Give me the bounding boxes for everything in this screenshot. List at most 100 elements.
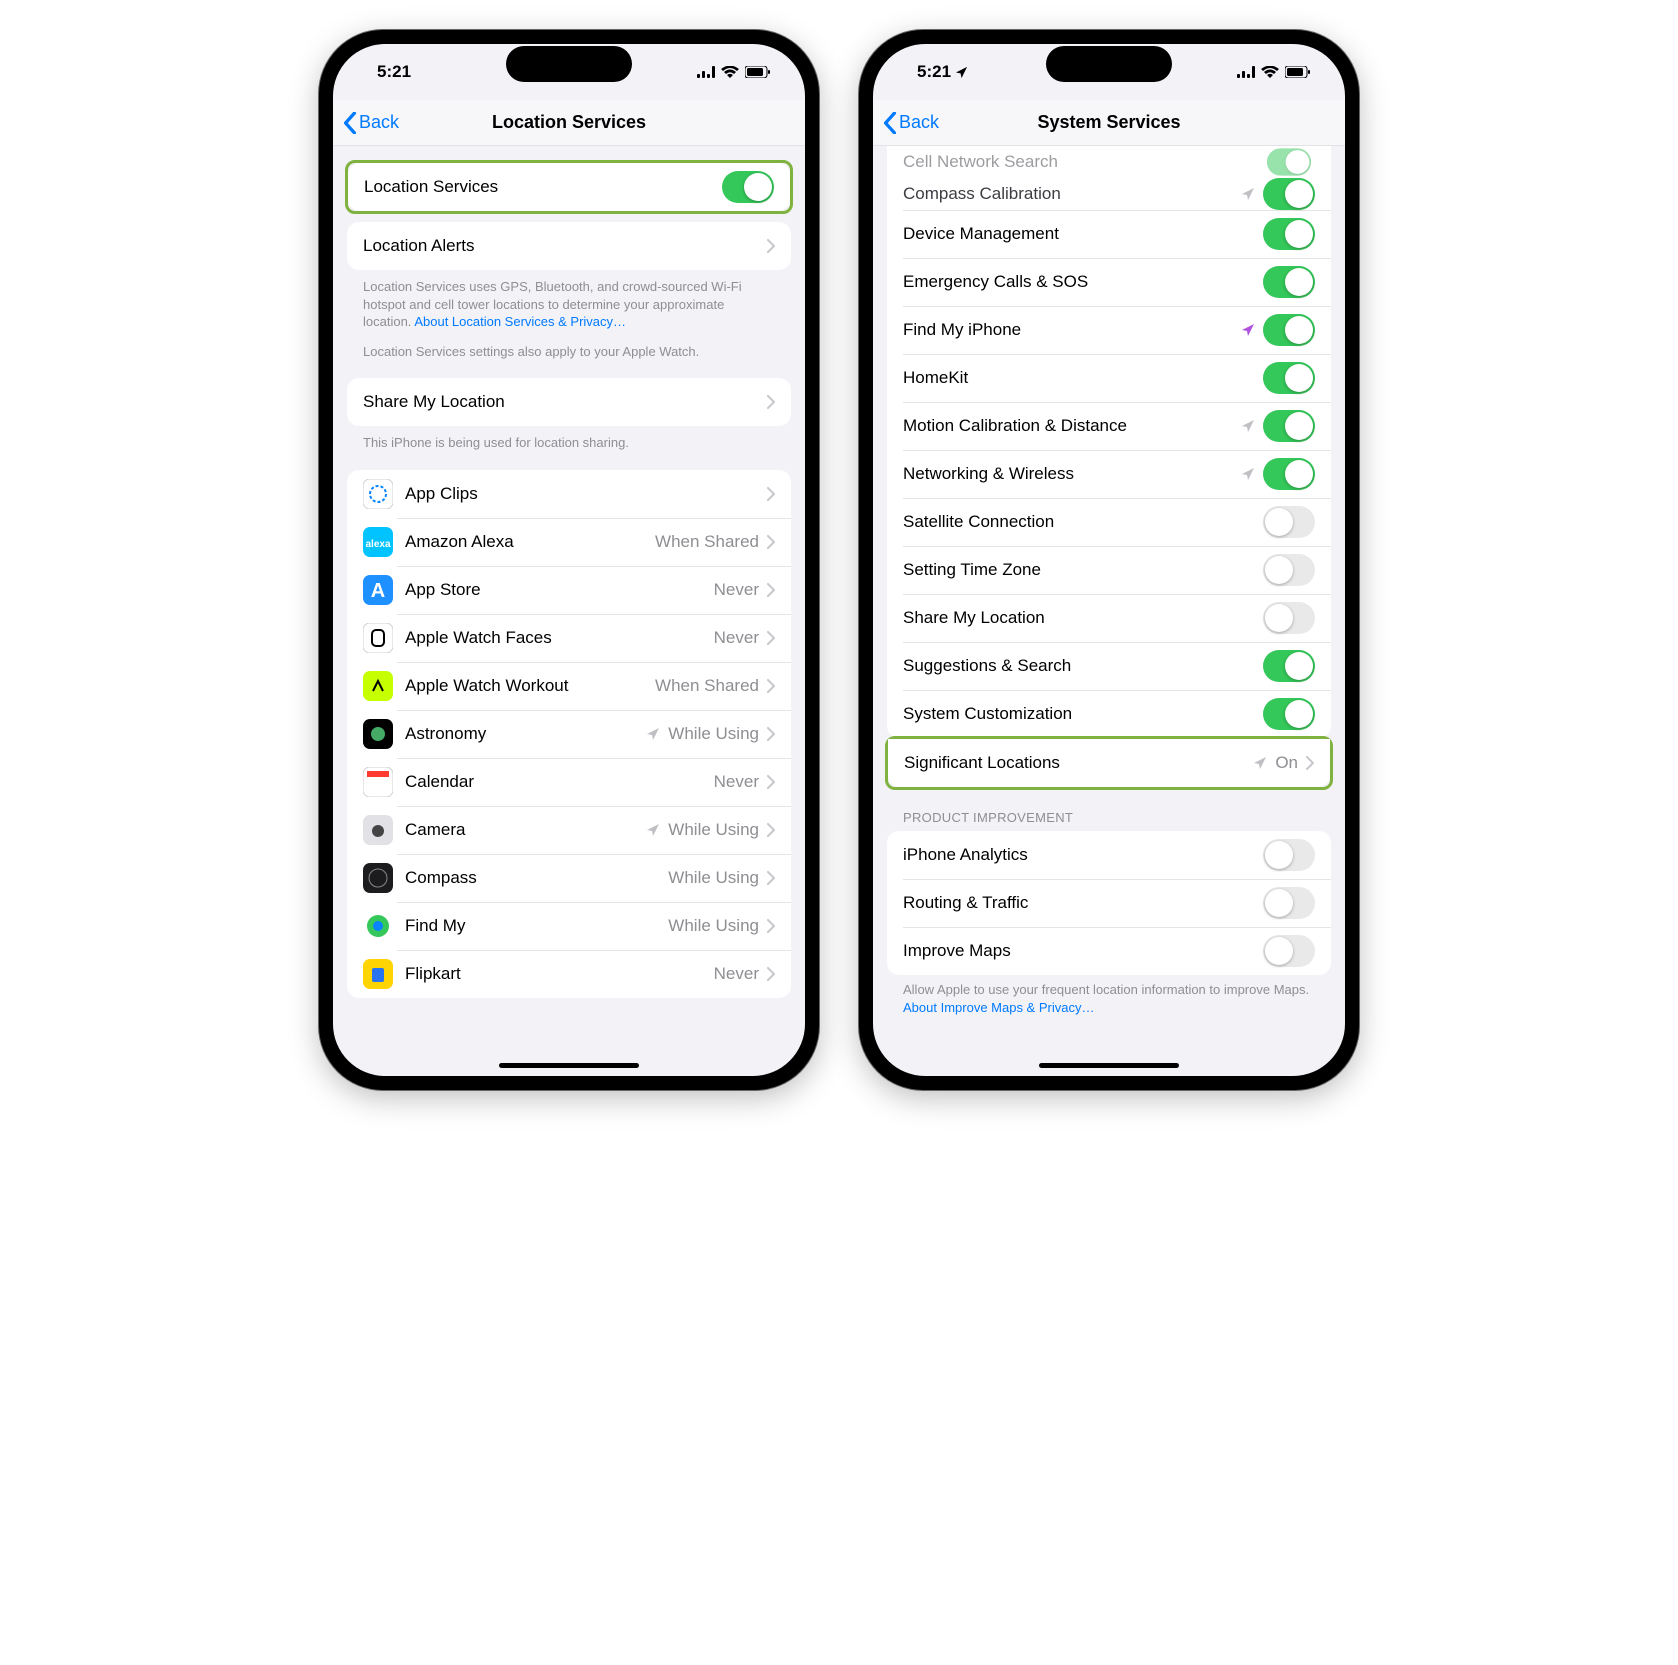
app-row-calendar[interactable]: CalendarNever — [347, 758, 791, 806]
home-indicator[interactable] — [1039, 1063, 1179, 1068]
app-row-appstore[interactable]: AApp StoreNever — [347, 566, 791, 614]
app-name: App Clips — [405, 484, 767, 504]
system-row[interactable]: System Customization — [887, 690, 1331, 738]
app-status: Never — [714, 628, 759, 648]
nav-title: System Services — [873, 112, 1345, 133]
row-label: Suggestions & Search — [903, 656, 1263, 676]
toggle[interactable] — [1263, 266, 1315, 298]
location-services-row[interactable]: Location Services — [348, 163, 790, 211]
footer-text-3: This iPhone is being used for location s… — [347, 426, 791, 452]
toggle[interactable] — [1263, 650, 1315, 682]
toggle[interactable] — [1263, 458, 1315, 490]
highlight-box: Significant Locations On — [885, 736, 1333, 790]
app-status: While Using — [668, 868, 759, 888]
chevron-right-icon — [767, 583, 775, 597]
system-row[interactable]: Emergency Calls & SOS — [887, 258, 1331, 306]
row-label: Setting Time Zone — [903, 560, 1263, 580]
chevron-right-icon — [767, 967, 775, 981]
cellular-icon — [697, 66, 715, 78]
section-header: PRODUCT IMPROVEMENT — [887, 788, 1331, 831]
home-indicator[interactable] — [499, 1063, 639, 1068]
app-name: Astronomy — [405, 724, 646, 744]
toggle[interactable] — [1263, 935, 1315, 967]
system-row[interactable]: Device Management — [887, 210, 1331, 258]
app-row-workout[interactable]: Apple Watch WorkoutWhen Shared — [347, 662, 791, 710]
location-arrow-icon — [1241, 467, 1255, 481]
toggle[interactable] — [1263, 410, 1315, 442]
app-row-findmy[interactable]: Find MyWhile Using — [347, 902, 791, 950]
footer-text: Allow Apple to use your frequent locatio… — [887, 975, 1331, 1016]
row-label: System Customization — [903, 704, 1263, 724]
status-time: 5:21 — [917, 62, 968, 82]
back-button[interactable]: Back — [883, 112, 939, 134]
row-label: Emergency Calls & SOS — [903, 272, 1263, 292]
row-label: Significant Locations — [904, 753, 1253, 773]
significant-locations-row[interactable]: Significant Locations On — [888, 739, 1330, 787]
app-status: Never — [714, 964, 759, 984]
row-label: Improve Maps — [903, 941, 1263, 961]
app-name: Calendar — [405, 772, 714, 792]
cell-network-search-row[interactable]: Cell Network Search — [887, 146, 1331, 178]
app-row-compass[interactable]: CompassWhile Using — [347, 854, 791, 902]
toggle[interactable] — [1263, 839, 1315, 871]
system-row[interactable]: Share My Location — [887, 594, 1331, 642]
toggle[interactable] — [1263, 554, 1315, 586]
app-row-camera[interactable]: CameraWhile Using — [347, 806, 791, 854]
system-row[interactable]: HomeKit — [887, 354, 1331, 402]
toggle[interactable] — [1263, 178, 1315, 210]
location-services-toggle[interactable] — [722, 171, 774, 203]
row-label: Location Alerts — [363, 236, 767, 256]
row-label: Routing & Traffic — [903, 893, 1263, 913]
toggle[interactable] — [1263, 506, 1315, 538]
toggle[interactable] — [1267, 148, 1311, 175]
app-status: While Using — [668, 916, 759, 936]
findmy-icon — [363, 911, 393, 941]
system-row[interactable]: Setting Time Zone — [887, 546, 1331, 594]
app-row-watchfaces[interactable]: Apple Watch FacesNever — [347, 614, 791, 662]
row-value: On — [1275, 753, 1298, 773]
location-alerts-row[interactable]: Location Alerts — [347, 222, 791, 270]
app-row-flipkart[interactable]: FlipkartNever — [347, 950, 791, 998]
watchfaces-icon — [363, 623, 393, 653]
app-status: While Using — [668, 724, 759, 744]
app-name: Compass — [405, 868, 668, 888]
app-name: App Store — [405, 580, 714, 600]
app-row-alexa[interactable]: alexaAmazon AlexaWhen Shared — [347, 518, 791, 566]
app-row-astronomy[interactable]: Astronomy While Using — [347, 710, 791, 758]
row-label: Cell Network Search — [903, 152, 1263, 172]
system-row[interactable]: iPhone Analytics — [887, 831, 1331, 879]
appstore-icon: A — [363, 575, 393, 605]
row-label: HomeKit — [903, 368, 1263, 388]
app-name: Apple Watch Faces — [405, 628, 714, 648]
toggle[interactable] — [1263, 362, 1315, 394]
footer-text-2: Location Services settings also apply to… — [347, 331, 791, 361]
toggle[interactable] — [1263, 887, 1315, 919]
back-button[interactable]: Back — [343, 112, 399, 134]
privacy-link[interactable]: About Location Services & Privacy… — [414, 314, 626, 329]
location-arrow-icon — [1241, 323, 1255, 337]
system-row[interactable]: Networking & Wireless — [887, 450, 1331, 498]
phone-right: 5:21 Back System Services Cell Network S… — [859, 30, 1359, 1090]
astronomy-icon — [363, 719, 393, 749]
chevron-right-icon — [767, 631, 775, 645]
system-row[interactable]: Motion Calibration & Distance — [887, 402, 1331, 450]
app-row-appclips[interactable]: App Clips — [347, 470, 791, 518]
content-left[interactable]: Location Services Location Alerts Locati… — [333, 146, 805, 1076]
system-row[interactable]: Satellite Connection — [887, 498, 1331, 546]
toggle[interactable] — [1263, 218, 1315, 250]
row-label: Motion Calibration & Distance — [903, 416, 1241, 436]
system-row[interactable]: Routing & Traffic — [887, 879, 1331, 927]
content-right[interactable]: Cell Network Search Compass CalibrationD… — [873, 146, 1345, 1076]
maps-privacy-link[interactable]: About Improve Maps & Privacy… — [903, 1000, 1094, 1015]
footer-text: Location Services uses GPS, Bluetooth, a… — [347, 270, 791, 331]
app-status: When Shared — [655, 676, 759, 696]
system-row[interactable]: Find My iPhone — [887, 306, 1331, 354]
system-row[interactable]: Compass Calibration — [887, 178, 1331, 210]
toggle[interactable] — [1263, 602, 1315, 634]
toggle[interactable] — [1263, 314, 1315, 346]
share-my-location-row[interactable]: Share My Location — [347, 378, 791, 426]
back-label: Back — [899, 112, 939, 133]
system-row[interactable]: Suggestions & Search — [887, 642, 1331, 690]
toggle[interactable] — [1263, 698, 1315, 730]
system-row[interactable]: Improve Maps — [887, 927, 1331, 975]
